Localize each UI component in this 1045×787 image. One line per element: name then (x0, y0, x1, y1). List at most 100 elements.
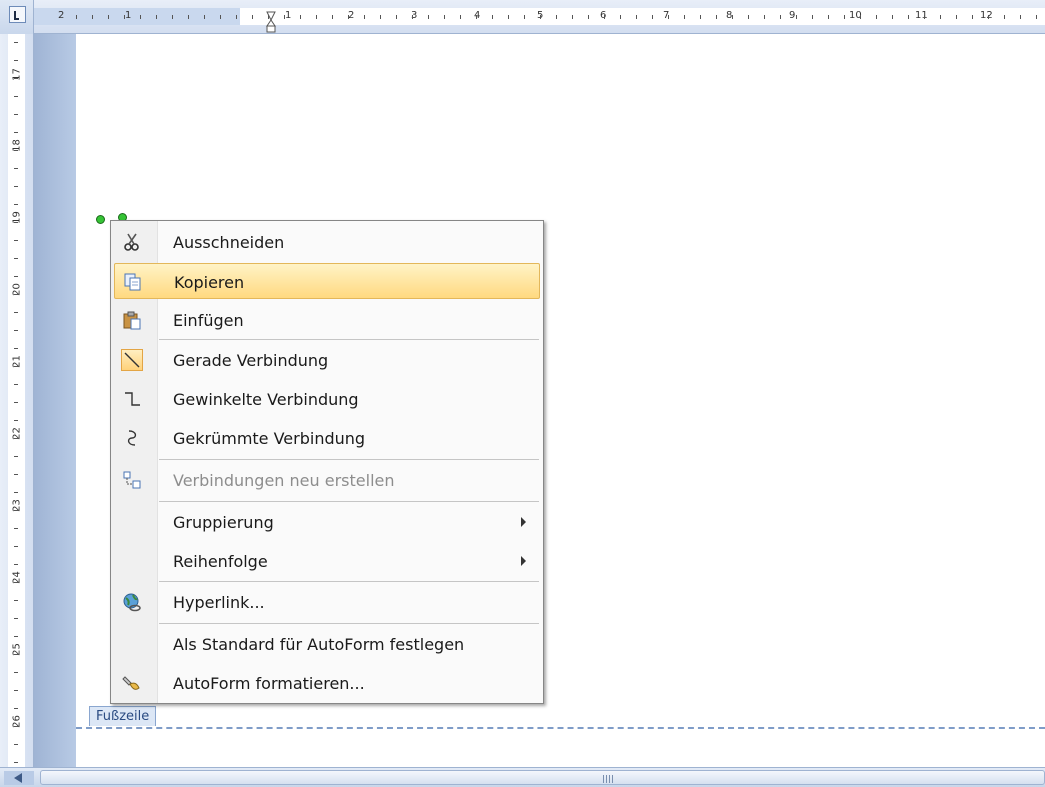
ruler-minor-tick (764, 15, 765, 19)
ruler-minor-tick (14, 744, 18, 745)
connector-start-handle[interactable] (96, 215, 105, 224)
ruler-tick-label: 24 (11, 571, 23, 584)
ruler-tick-label: 11 (915, 10, 928, 21)
ruler-minor-tick (92, 15, 93, 19)
vertical-ruler[interactable]: 17 18 19 20 21 22 23 24 25 26 (0, 34, 34, 767)
menu-separator (159, 501, 539, 502)
menu-item-reroute-connectors: Verbindungen neu erstellen (114, 462, 540, 498)
scrollbar-thumb[interactable] (40, 770, 1045, 785)
menu-item-grouping[interactable]: Gruppierung (114, 504, 540, 540)
ruler-minor-tick (620, 15, 621, 19)
horizontal-scrollbar[interactable] (0, 767, 1045, 787)
ruler-minor-tick (300, 15, 301, 19)
ruler-minor-tick (14, 654, 18, 655)
ruler-minor-tick (236, 15, 237, 19)
ruler-tick-label: 26 (11, 715, 23, 728)
ruler-tick-label: 20 (11, 283, 23, 296)
ruler-minor-tick (828, 15, 829, 19)
menu-item-set-default-autoshape[interactable]: Als Standard für AutoForm festlegen (114, 626, 540, 662)
ruler-minor-tick (14, 258, 18, 259)
ruler-minor-tick (812, 15, 813, 19)
indent-marker-icon[interactable] (266, 6, 276, 34)
ruler-minor-tick (748, 15, 749, 19)
ruler-minor-tick (14, 132, 18, 133)
footer-tab: Fußzeile (89, 706, 157, 726)
ruler-minor-tick (460, 15, 461, 19)
ruler-minor-tick (988, 15, 989, 19)
ruler-tick-label: 18 (11, 139, 23, 152)
ruler-minor-tick (14, 708, 18, 709)
menu-item-label: AutoForm formatieren... (173, 674, 365, 693)
ruler-minor-tick (332, 15, 333, 19)
ruler-tick-label: 1 (285, 10, 292, 21)
scissors-icon (120, 230, 144, 254)
ruler-minor-tick (14, 42, 18, 43)
menu-separator (159, 581, 539, 582)
menu-item-label: Verbindungen neu erstellen (173, 471, 395, 490)
menu-item-label: Reihenfolge (173, 552, 268, 571)
menu-item-label: Ausschneiden (173, 233, 285, 252)
ruler-minor-tick (940, 15, 941, 19)
ruler-margin-left (34, 8, 240, 25)
format-autoshape-icon (120, 671, 144, 695)
elbow-connector-icon (120, 387, 144, 411)
menu-item-copy[interactable]: Kopieren (114, 263, 540, 299)
submenu-arrow-icon (521, 517, 526, 527)
menu-item-format-autoshape[interactable]: AutoForm formatieren... (114, 665, 540, 701)
ruler-minor-tick (14, 276, 18, 277)
ruler-minor-tick (316, 15, 317, 19)
ruler-minor-tick (652, 15, 653, 19)
reroute-connectors-icon (120, 468, 144, 492)
ruler-minor-tick (140, 15, 141, 19)
menu-item-elbow-connector[interactable]: Gewinkelte Verbindung (114, 381, 540, 417)
ruler-minor-tick (14, 114, 18, 115)
ruler-minor-tick (14, 546, 18, 547)
ruler-minor-tick (364, 15, 365, 19)
ruler-minor-tick (524, 15, 525, 19)
ruler-minor-tick (14, 600, 18, 601)
ruler-minor-tick (14, 564, 18, 565)
ruler-minor-tick (428, 15, 429, 19)
menu-item-order[interactable]: Reihenfolge (114, 543, 540, 579)
menu-item-curved-connector[interactable]: Gekrümmte Verbindung (114, 420, 540, 456)
straight-connector-icon (120, 348, 144, 372)
menu-item-cut[interactable]: Ausschneiden (114, 224, 540, 260)
menu-item-straight-connector[interactable]: Gerade Verbindung (114, 342, 540, 378)
ruler-minor-tick (444, 15, 445, 19)
ruler-minor-tick (14, 582, 18, 583)
ruler-minor-tick (876, 15, 877, 19)
menu-item-label: Gewinkelte Verbindung (173, 390, 359, 409)
ruler-tick-label: 12 (980, 10, 993, 21)
ruler-minor-tick (492, 15, 493, 19)
ruler-minor-tick (14, 186, 18, 187)
ruler-tick-label: 17 (11, 68, 23, 81)
ruler-minor-tick (780, 15, 781, 19)
ruler-tick-label: 22 (11, 427, 23, 440)
ruler-minor-tick (14, 528, 18, 529)
ruler-tick-label: 21 (11, 355, 23, 368)
horizontal-ruler[interactable]: 21123456789101112 (34, 0, 1045, 34)
ruler-minor-tick (14, 420, 18, 421)
ruler-minor-tick (14, 438, 18, 439)
ruler-minor-tick (14, 456, 18, 457)
menu-item-paste[interactable]: Einfügen (114, 302, 540, 338)
ruler-minor-tick (204, 15, 205, 19)
ruler-minor-tick (908, 15, 909, 19)
ruler-minor-tick (14, 384, 18, 385)
tab-selector[interactable] (0, 0, 34, 34)
ruler-minor-tick (860, 15, 861, 19)
ruler-minor-tick (14, 222, 18, 223)
menu-item-hyperlink[interactable]: Hyperlink... (114, 584, 540, 620)
page-margin-shadow (34, 34, 76, 767)
ruler-minor-tick (572, 15, 573, 19)
menu-item-label: Kopieren (174, 273, 245, 292)
scroll-left-button[interactable] (4, 771, 34, 785)
ruler-minor-tick (476, 15, 477, 19)
ruler-minor-tick (556, 15, 557, 19)
ruler-minor-tick (124, 15, 125, 19)
ruler-tick-label: 4 (474, 10, 481, 21)
ruler-minor-tick (76, 15, 77, 19)
left-tab-icon[interactable] (9, 6, 26, 23)
ruler-minor-tick (636, 15, 637, 19)
ruler-minor-tick (380, 15, 381, 19)
